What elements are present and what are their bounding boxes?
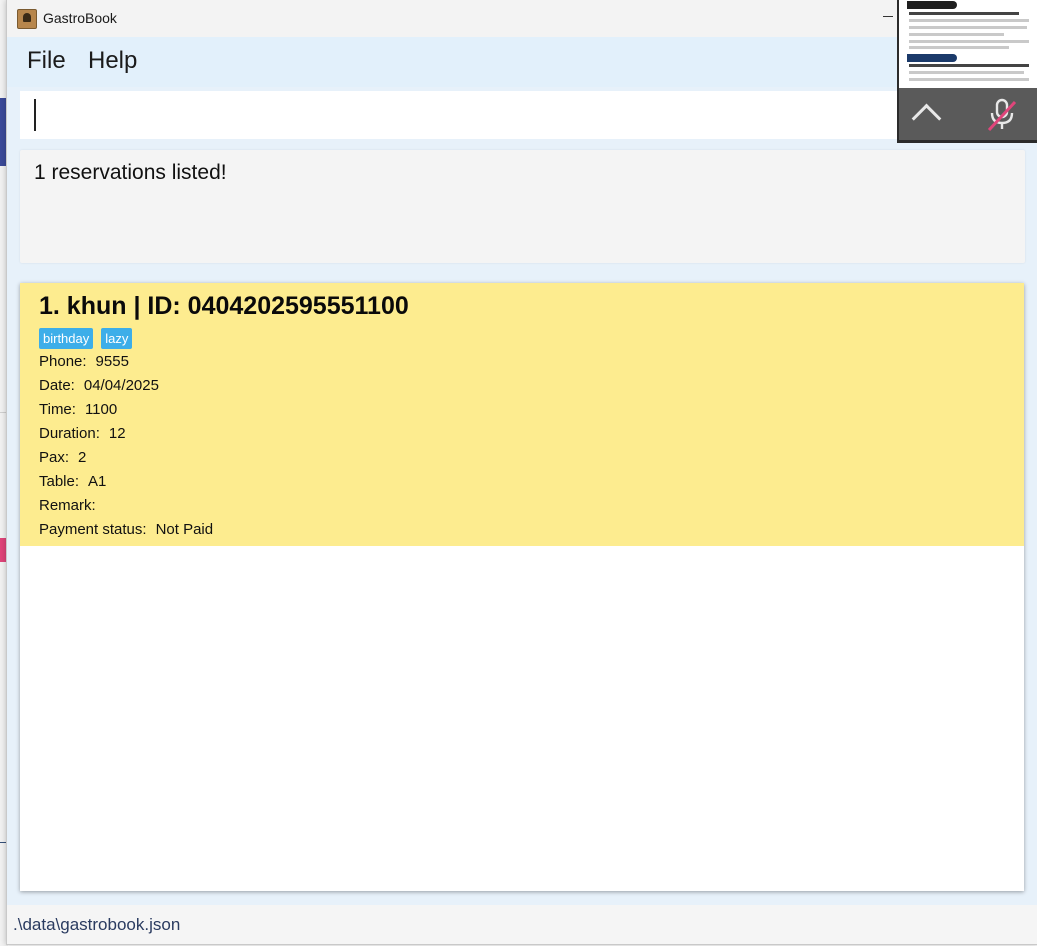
field-value: 2 [78, 449, 87, 466]
field-value: 12 [108, 425, 126, 442]
data-file-path: .\data\gastrobook.json [13, 915, 181, 934]
field-time: Time: 1100 [39, 401, 117, 418]
floating-preview-window[interactable] [897, 0, 1037, 143]
text-caret [34, 99, 36, 131]
field-value: Not Paid [155, 521, 214, 538]
field-remark: Remark: [39, 497, 105, 514]
field-label: Table: [39, 473, 80, 490]
reservation-list[interactable]: 1. khun | ID: 0404202595551100 birthday l… [20, 283, 1024, 891]
preview-heading [907, 1, 957, 9]
field-value: 9555 [95, 353, 129, 370]
app-icon [17, 9, 37, 29]
title-bar: GastroBook [7, 0, 1037, 37]
command-input[interactable] [20, 91, 1025, 139]
status-bar: .\data\gastrobook.json [7, 905, 1037, 944]
field-payment-status: Payment status: Not Paid [39, 521, 213, 538]
field-label: Time: [39, 401, 76, 418]
window-title: GastroBook [43, 10, 117, 26]
field-label: Remark: [39, 497, 96, 514]
field-value: 04/04/2025 [83, 377, 159, 394]
field-label: Duration: [39, 425, 100, 442]
field-value: A1 [88, 473, 107, 490]
field-duration: Duration: 12 [39, 425, 126, 442]
tag: birthday [39, 328, 94, 349]
menu-file[interactable]: File [27, 47, 66, 75]
field-table: Table: A1 [39, 473, 106, 490]
app-window: GastroBook File Help 1 reservations list… [6, 0, 1037, 945]
field-label: Phone: [39, 353, 87, 370]
reservation-card[interactable]: 1. khun | ID: 0404202595551100 birthday l… [20, 283, 1024, 546]
field-phone: Phone: 9555 [39, 353, 129, 370]
result-message: 1 reservations listed! [34, 161, 227, 184]
chevron-up-icon[interactable] [911, 103, 942, 134]
field-label: Pax: [39, 449, 70, 466]
reservation-title: 1. khun | ID: 0404202595551100 [39, 292, 409, 320]
field-label: Payment status: [39, 521, 147, 538]
field-date: Date: 04/04/2025 [39, 377, 159, 394]
field-label: Date: [39, 377, 75, 394]
tag: lazy [101, 328, 133, 349]
preview-heading [907, 54, 957, 62]
preview-control-bar [899, 88, 1037, 140]
field-pax: Pax: 2 [39, 449, 86, 466]
result-display: 1 reservations listed! [20, 150, 1025, 263]
mic-muted-icon[interactable] [985, 96, 1019, 132]
menu-help[interactable]: Help [88, 47, 137, 75]
field-value: 1100 [84, 401, 118, 418]
tag-list: birthday lazy [39, 328, 140, 350]
menu-bar: File Help [7, 37, 1037, 87]
